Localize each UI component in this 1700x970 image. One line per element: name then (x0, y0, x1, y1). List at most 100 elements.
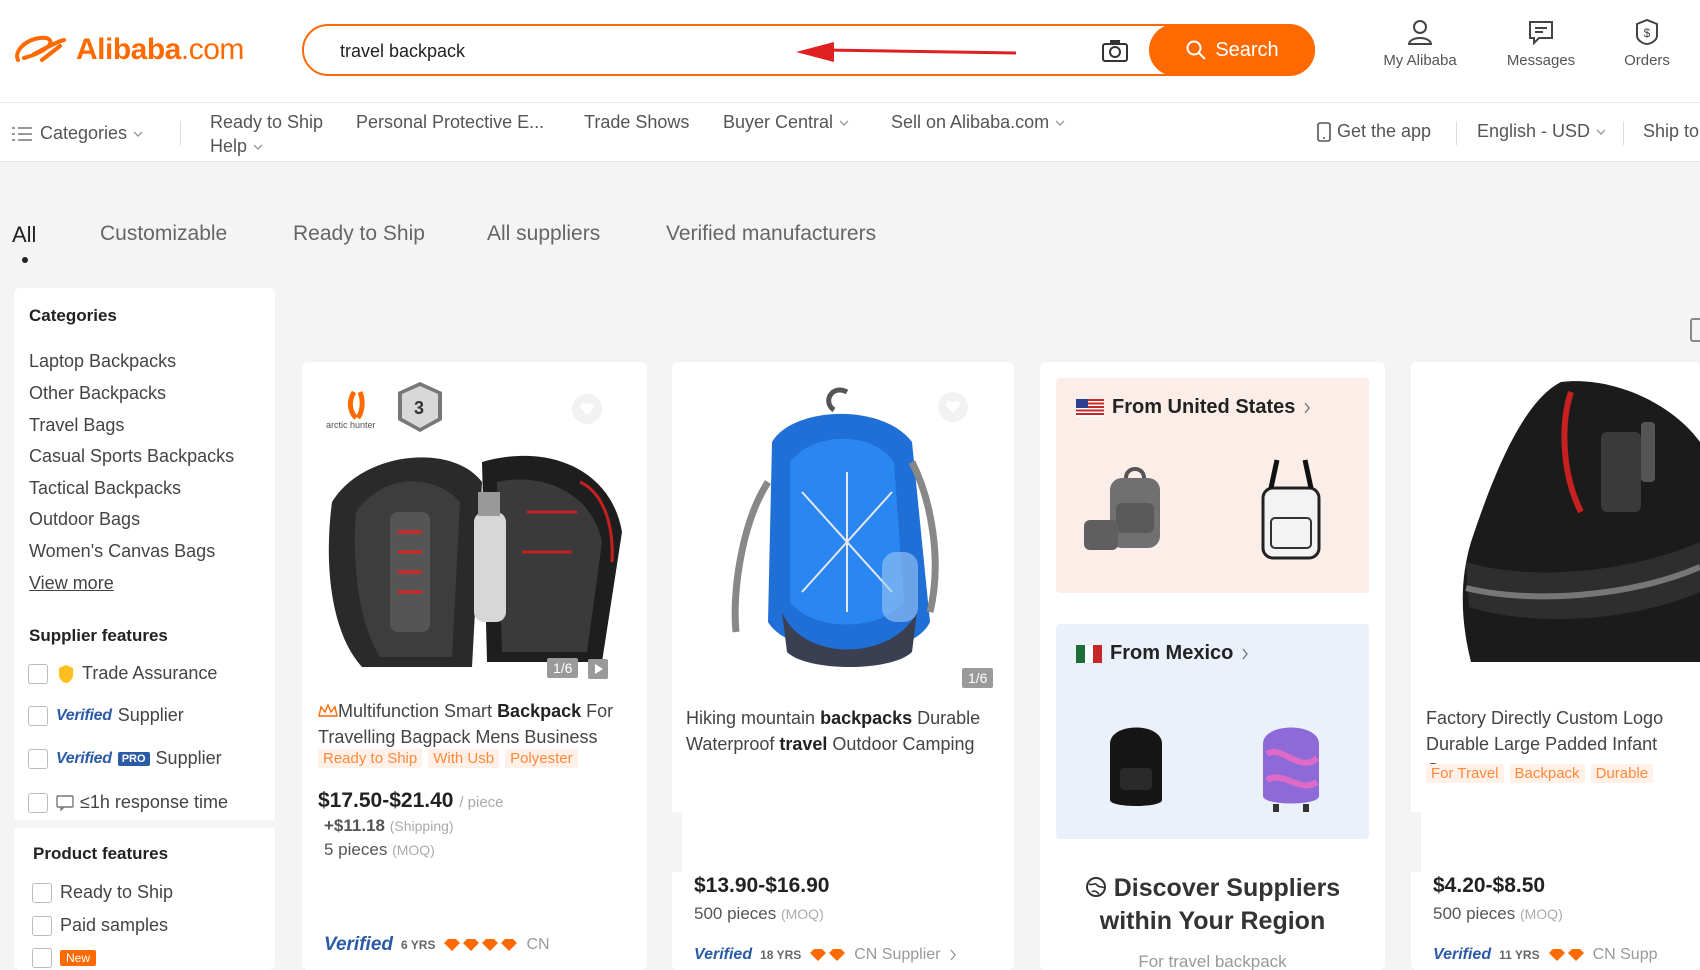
category-womens-canvas-bags[interactable]: Women's Canvas Bags (29, 541, 215, 562)
product-title[interactable]: Multifunction Smart Backpack For Travell… (318, 698, 640, 750)
product-features-title: Product features (33, 844, 169, 863)
diamond-icon (482, 939, 499, 951)
orders-button[interactable]: $ Orders (1597, 18, 1697, 69)
verified-pro-checkbox[interactable] (28, 748, 48, 769)
view-toggle-icon[interactable] (1690, 318, 1700, 342)
messages-label: Messages (1506, 52, 1576, 69)
sell-label: Sell on Alibaba.com (891, 112, 1050, 132)
region-product-image[interactable] (1251, 714, 1331, 814)
product-image[interactable] (1411, 362, 1700, 692)
result-tabs: All Customizable Ready to Ship All suppl… (0, 215, 1700, 265)
region-panel-us[interactable]: From United States (1056, 378, 1369, 593)
product-title[interactable]: Hiking mountain backpacks Durable Waterp… (686, 705, 1006, 757)
filter-paid-samples[interactable]: Paid samples (32, 915, 168, 936)
region-product-image[interactable] (1251, 458, 1331, 568)
price-value: $17.50-$21.40 (318, 789, 454, 812)
nav-trade-shows[interactable]: Trade Shows (584, 112, 689, 133)
favorite-button[interactable] (572, 394, 602, 424)
chevron-down-icon (133, 131, 143, 138)
supplier-info[interactable]: Verified 18 YRS CN Supplier (694, 946, 957, 964)
language-currency-selector[interactable]: English - USD (1477, 121, 1606, 142)
us-flag-icon (1076, 398, 1104, 417)
title-keyword: travel (779, 734, 828, 754)
favorite-button[interactable] (938, 392, 968, 422)
region-product-image[interactable] (1076, 458, 1186, 568)
categories-menu[interactable]: Categories (12, 123, 143, 144)
trade-assurance-checkbox[interactable] (28, 663, 48, 684)
verified-logo: Verified (56, 749, 112, 767)
diamond-icon (1548, 949, 1565, 961)
verified-pro-label: Supplier (155, 748, 222, 768)
nav-personal-protective[interactable]: Personal Protective E... (356, 112, 544, 133)
product-tags: Ready to Ship With Usb Polyester (318, 749, 578, 768)
logo-text: Alibaba (76, 33, 181, 66)
verified-supplier-checkbox[interactable] (28, 705, 48, 726)
category-travel-bags[interactable]: Travel Bags (29, 415, 124, 436)
product-card[interactable]: arctic hunter 3 1/6 Multifunction Smart … (302, 362, 647, 970)
ready-to-ship-checkbox[interactable] (32, 882, 52, 903)
product-card[interactable]: 1/6 Hiking mountain backpacks Durable Wa… (672, 362, 1014, 970)
category-other-backpacks[interactable]: Other Backpacks (29, 383, 166, 404)
alibaba-logo[interactable]: Alibaba.com (12, 30, 244, 70)
tab-ready-to-ship[interactable]: Ready to Ship (293, 222, 425, 246)
messages-button[interactable]: Messages (1491, 18, 1591, 69)
filter-verified-supplier[interactable]: Verified Supplier (28, 705, 184, 726)
message-icon (1529, 21, 1553, 46)
chevron-down-icon (839, 120, 849, 127)
supplier-info[interactable]: Verified 6 YRS CN (324, 934, 550, 956)
category-laptop-backpacks[interactable]: Laptop Backpacks (29, 351, 176, 372)
category-navbar: Categories Ready to Ship Help Personal P… (0, 102, 1700, 162)
verified-logo: Verified (324, 934, 393, 955)
product-card[interactable]: Factory Directly Custom Logo Durable Lar… (1411, 362, 1700, 970)
product-tag: Ready to Ship (318, 749, 423, 768)
tab-customizable[interactable]: Customizable (100, 222, 227, 246)
category-outdoor-bags[interactable]: Outdoor Bags (29, 509, 140, 530)
tab-all[interactable]: All (12, 222, 36, 248)
price-range: $17.50-$21.40 / piece (318, 789, 504, 813)
category-tactical-backpacks[interactable]: Tactical Backpacks (29, 478, 181, 499)
video-play-icon[interactable] (588, 659, 608, 679)
camera-search-icon[interactable] (1101, 39, 1129, 63)
view-more-link[interactable]: View more (29, 573, 114, 594)
crown-icon (318, 703, 338, 717)
my-alibaba-button[interactable]: My Alibaba (1370, 18, 1470, 69)
filter-response-time[interactable]: ≤1h response time (28, 792, 228, 813)
tab-all-suppliers[interactable]: All suppliers (487, 222, 600, 246)
response-time-checkbox[interactable] (28, 792, 48, 813)
supplier-country: CN (526, 936, 550, 953)
discover-line-1: Discover Suppliers (1113, 874, 1341, 902)
pro-badge: PRO (117, 751, 150, 766)
search-button[interactable]: Search (1149, 24, 1315, 76)
supplier-rating-diamonds (443, 938, 518, 952)
category-casual-sports-backpacks[interactable]: Casual Sports Backpacks (29, 446, 234, 467)
supplier-info[interactable]: Verified 11 YRS CN Supp (1433, 946, 1658, 964)
tab-verified-manufacturers[interactable]: Verified manufacturers (666, 222, 876, 246)
orders-label: Orders (1624, 52, 1670, 69)
nav-ready-to-ship[interactable]: Ready to Ship (210, 112, 323, 133)
nav-divider (1623, 121, 1624, 145)
region-panel-mexico[interactable]: From Mexico (1056, 624, 1369, 839)
get-app-link[interactable]: Get the app (1317, 121, 1431, 143)
alibaba-logo-mark-icon (15, 35, 66, 62)
filter-verified-pro-supplier[interactable]: Verified PRO Supplier (28, 748, 222, 769)
filter-new[interactable]: New (32, 948, 102, 968)
nav-sell-on-alibaba[interactable]: Sell on Alibaba.com (891, 112, 1065, 133)
filter-ready-to-ship[interactable]: Ready to Ship (32, 882, 173, 903)
supplier-rating-diamonds (809, 948, 846, 962)
ship-to-selector[interactable]: Ship to (1643, 121, 1699, 142)
new-checkbox[interactable] (32, 948, 52, 968)
region-mexico-heading[interactable]: From Mexico (1076, 642, 1249, 665)
minimum-order: 5 pieces (MOQ) (324, 840, 435, 860)
filter-trade-assurance[interactable]: Trade Assurance (28, 663, 217, 684)
nav-help[interactable]: Help (210, 136, 263, 157)
svg-text:3: 3 (414, 398, 424, 418)
product-tags: For Travel Backpack Durable (1426, 764, 1654, 783)
response-time-label: ≤1h response time (80, 792, 228, 812)
moq-note: (MOQ) (392, 842, 435, 858)
region-product-image[interactable] (1096, 714, 1176, 814)
paid-samples-checkbox[interactable] (32, 915, 52, 936)
nav-buyer-central[interactable]: Buyer Central (723, 112, 849, 133)
region-us-heading[interactable]: From United States (1076, 396, 1311, 419)
product-tag: Polyester (505, 749, 578, 768)
supplier-years: 18 YRS (760, 948, 802, 962)
